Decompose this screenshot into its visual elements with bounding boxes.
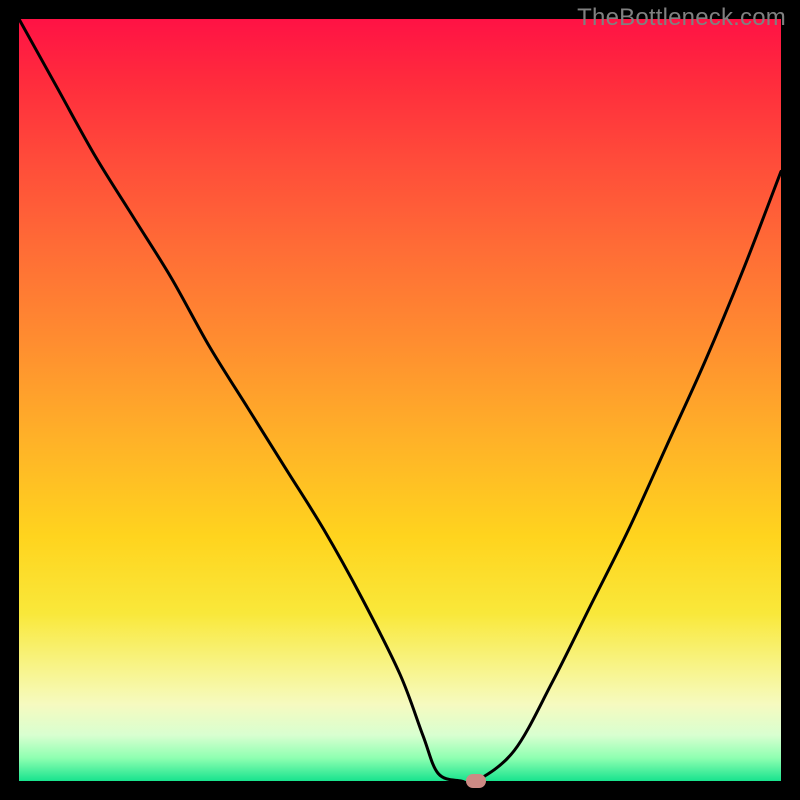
plot-area [19,19,781,781]
bottleneck-curve [19,19,781,781]
chart-frame: TheBottleneck.com [0,0,800,800]
watermark-text: TheBottleneck.com [577,4,786,32]
bottleneck-marker [466,774,486,788]
